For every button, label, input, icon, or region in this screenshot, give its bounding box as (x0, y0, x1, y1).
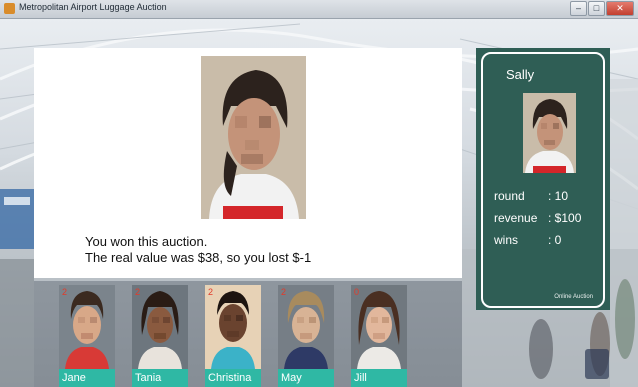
bidder-card[interactable]: 0 Jill (351, 285, 407, 387)
auction-result-panel: You won this auction. The real value was… (34, 48, 462, 278)
bidder-card[interactable]: 2 Tania (132, 285, 188, 387)
minimize-icon[interactable]: – (570, 1, 587, 16)
online-auction-label: Online Auction (554, 294, 593, 300)
stat-value: : 0 (548, 233, 562, 247)
portrait-image (523, 93, 576, 173)
bidder-name: Jane (59, 369, 115, 387)
bidder-photo (59, 285, 115, 369)
portrait-image (201, 56, 306, 219)
bidder-card[interactable]: 2 Christina (205, 285, 261, 387)
profile-card-frame: Sally round : 10 revenue : $100 wins : 0 (481, 52, 605, 308)
bidder-photo (278, 285, 334, 369)
bidder-strip: 2 Jane 2 Tania 2 Christina 2 May 0 Jill (34, 281, 462, 387)
portrait-image (351, 285, 407, 369)
result-message: You won this auction. (85, 234, 208, 249)
bidder-name: Christina (205, 369, 261, 387)
bidder-rank: 2 (281, 287, 287, 297)
winner-portrait (201, 56, 306, 219)
portrait-image (278, 285, 334, 369)
bidder-rank: 0 (354, 287, 360, 297)
stat-round: round : 10 (494, 189, 568, 203)
bidder-rank: 2 (135, 287, 141, 297)
window-title: Metropolitan Airport Luggage Auction (19, 2, 167, 12)
stat-label: revenue (494, 211, 538, 225)
stat-revenue: revenue : $100 (494, 211, 581, 225)
stat-value: : 10 (548, 189, 569, 203)
stat-value: : $100 (548, 211, 582, 225)
stat-label: round (494, 189, 525, 203)
bidder-photo (132, 285, 188, 369)
player-name: Sally (506, 67, 535, 82)
bidder-card[interactable]: 2 Jane (59, 285, 115, 387)
app-icon (4, 3, 15, 14)
bidder-name: May (278, 369, 334, 387)
close-icon[interactable]: ✕ (606, 1, 634, 16)
bidder-photo (205, 285, 261, 369)
bidder-photo (351, 285, 407, 369)
window-titlebar: Metropolitan Airport Luggage Auction – □… (0, 0, 638, 19)
bidder-name: Jill (351, 369, 407, 387)
stat-label: wins (494, 233, 519, 247)
player-portrait (523, 93, 576, 173)
bidder-card[interactable]: 2 May (278, 285, 334, 387)
stat-wins: wins : 0 (494, 233, 561, 247)
bidder-name: Tania (132, 369, 188, 387)
bidder-rank: 2 (62, 287, 68, 297)
bidder-rank: 2 (208, 287, 214, 297)
portrait-image (59, 285, 115, 369)
maximize-icon[interactable]: □ (588, 1, 605, 16)
value-message: The real value was $38, so you lost $-1 (85, 250, 312, 265)
portrait-image (132, 285, 188, 369)
portrait-image (205, 285, 261, 369)
player-profile-card: Sally round : 10 revenue : $100 wins : 0 (476, 48, 610, 310)
window-controls: – □ ✕ (570, 1, 634, 16)
